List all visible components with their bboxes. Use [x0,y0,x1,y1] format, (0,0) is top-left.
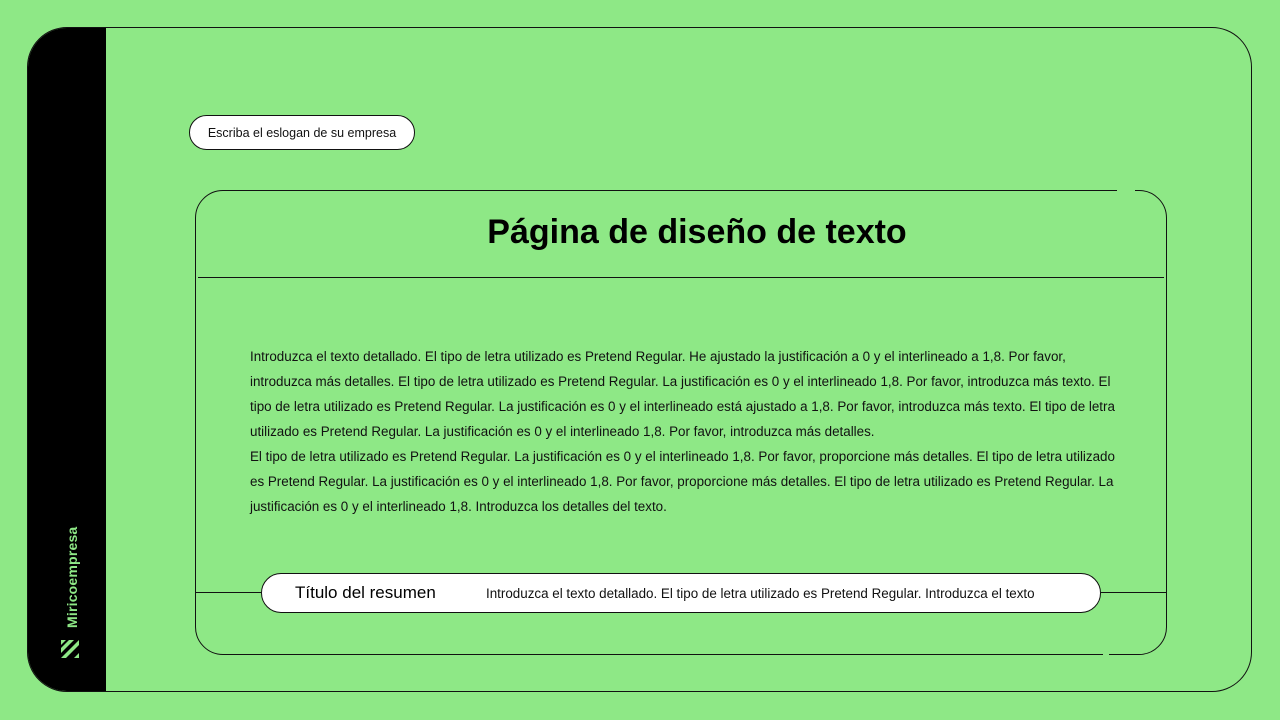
summary-connector-left [195,592,261,593]
body-text: Introduzca el texto detallado. El tipo d… [250,344,1120,519]
slide: Miricoempresa Escriba el eslogan de su e… [0,0,1280,720]
brand-name: Miricoempresa [64,526,80,628]
title-divider [198,277,1164,278]
body-paragraph: Introduzca el texto detallado. El tipo d… [250,349,1115,439]
summary-text: Introduzca el texto detallado. El tipo d… [486,585,1035,601]
page-title: Página de diseño de texto [487,213,907,251]
summary-title: Título del resumen [295,583,436,602]
sidebar: Miricoempresa [28,28,106,691]
diagonal-stripes-logo-icon [61,640,79,658]
summary-bar: Título del resumen Introduzca el texto d… [261,573,1101,613]
panel-border-gap [1117,186,1135,194]
panel-border-gap [1103,651,1109,659]
summary-connector-right [1101,592,1167,593]
brand: Miricoempresa [58,518,82,658]
slogan-pill: Escriba el eslogan de su empresa [189,115,415,150]
slogan-text: Escriba el eslogan de su empresa [207,125,397,140]
body-paragraph: El tipo de letra utilizado es Pretend Re… [250,449,1115,514]
